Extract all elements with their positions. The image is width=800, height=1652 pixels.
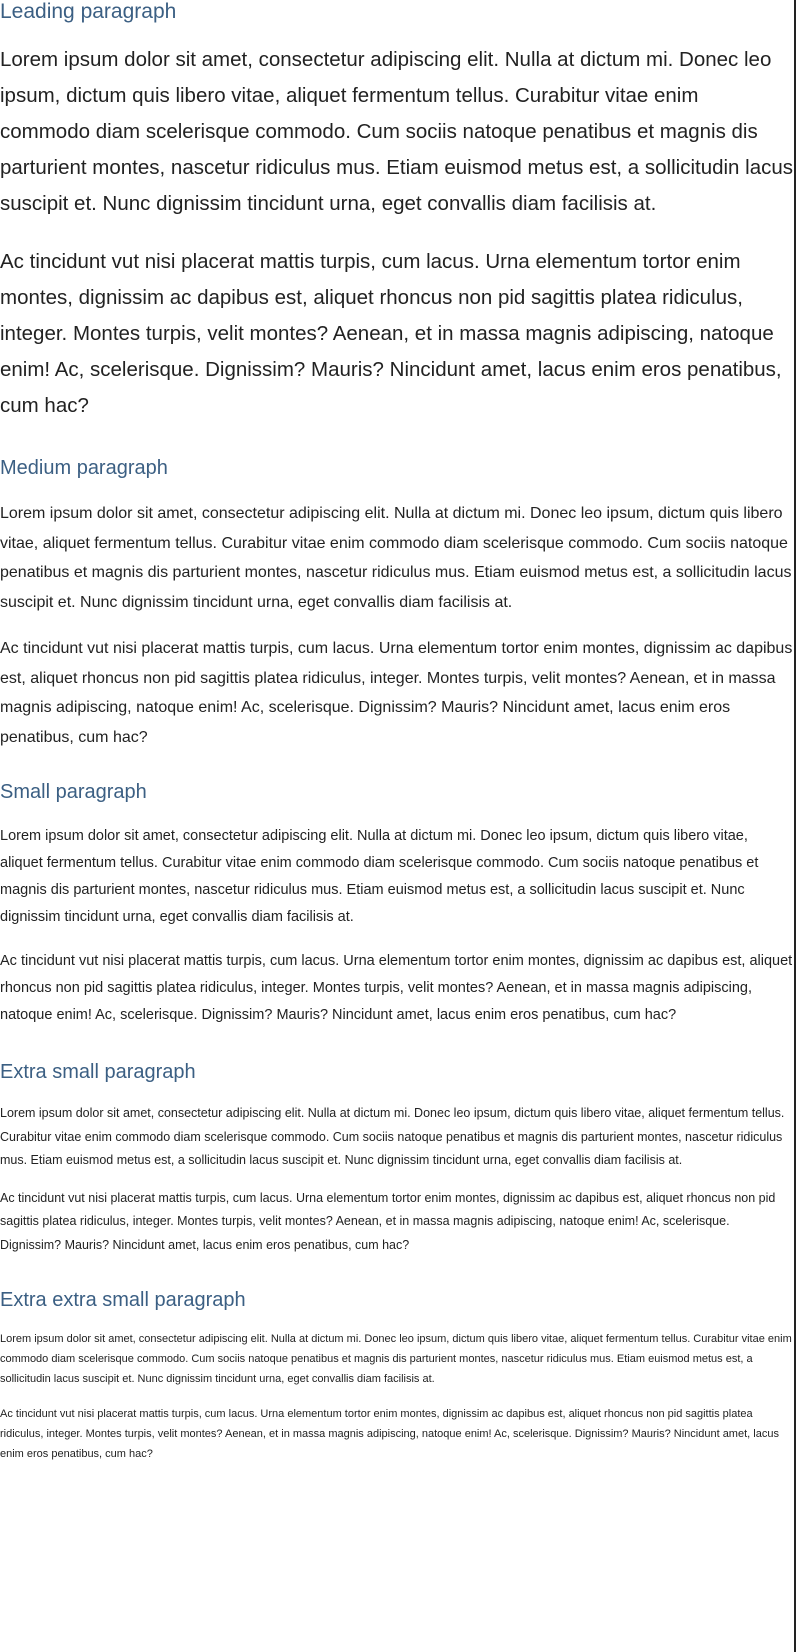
section-medium-paragraph: Medium paragraph Lorem ipsum dolor sit a… (0, 446, 794, 752)
extra-small-paragraph-1: Lorem ipsum dolor sit amet, consectetur … (0, 1106, 785, 1167)
extra-extra-small-paragraph-1: Lorem ipsum dolor sit amet, consectetur … (0, 1333, 792, 1385)
section-title-small: Small paragraph (0, 781, 147, 803)
small-paragraph-2: Ac tincidunt vut nisi placerat mattis tu… (0, 953, 793, 1023)
section-title-extra-small: Extra small paragraph (0, 1061, 196, 1083)
leading-paragraph-1: Lorem ipsum dolor sit amet, consectetur … (0, 48, 794, 215)
section-leading-paragraph: Leading paragraph Lorem ipsum dolor sit … (0, 0, 794, 424)
section-extra-small-paragraph: Extra small paragraph Lorem ipsum dolor … (0, 1046, 794, 1257)
document-page: Leading paragraph Lorem ipsum dolor sit … (0, 0, 796, 1652)
medium-paragraph-1: Lorem ipsum dolor sit amet, consectetur … (0, 505, 792, 611)
extra-small-paragraph-2: Ac tincidunt vut nisi placerat mattis tu… (0, 1190, 776, 1252)
extra-extra-small-paragraph-2: Ac tincidunt vut nisi placerat mattis tu… (0, 1408, 779, 1460)
leading-paragraph-2: Ac tincidunt vut nisi placerat mattis tu… (0, 250, 782, 417)
small-paragraph-1: Lorem ipsum dolor sit amet, consectetur … (0, 828, 759, 925)
section-extra-extra-small-paragraph: Extra extra small paragraph Lorem ipsum … (0, 1271, 794, 1464)
medium-paragraph-2: Ac tincidunt vut nisi placerat mattis tu… (0, 640, 793, 746)
section-title-extra-extra-small: Extra extra small paragraph (0, 1289, 246, 1311)
section-small-paragraph: Small paragraph Lorem ipsum dolor sit am… (0, 769, 794, 1029)
section-title-medium: Medium paragraph (0, 457, 168, 479)
section-title-leading: Leading paragraph (0, 0, 177, 23)
